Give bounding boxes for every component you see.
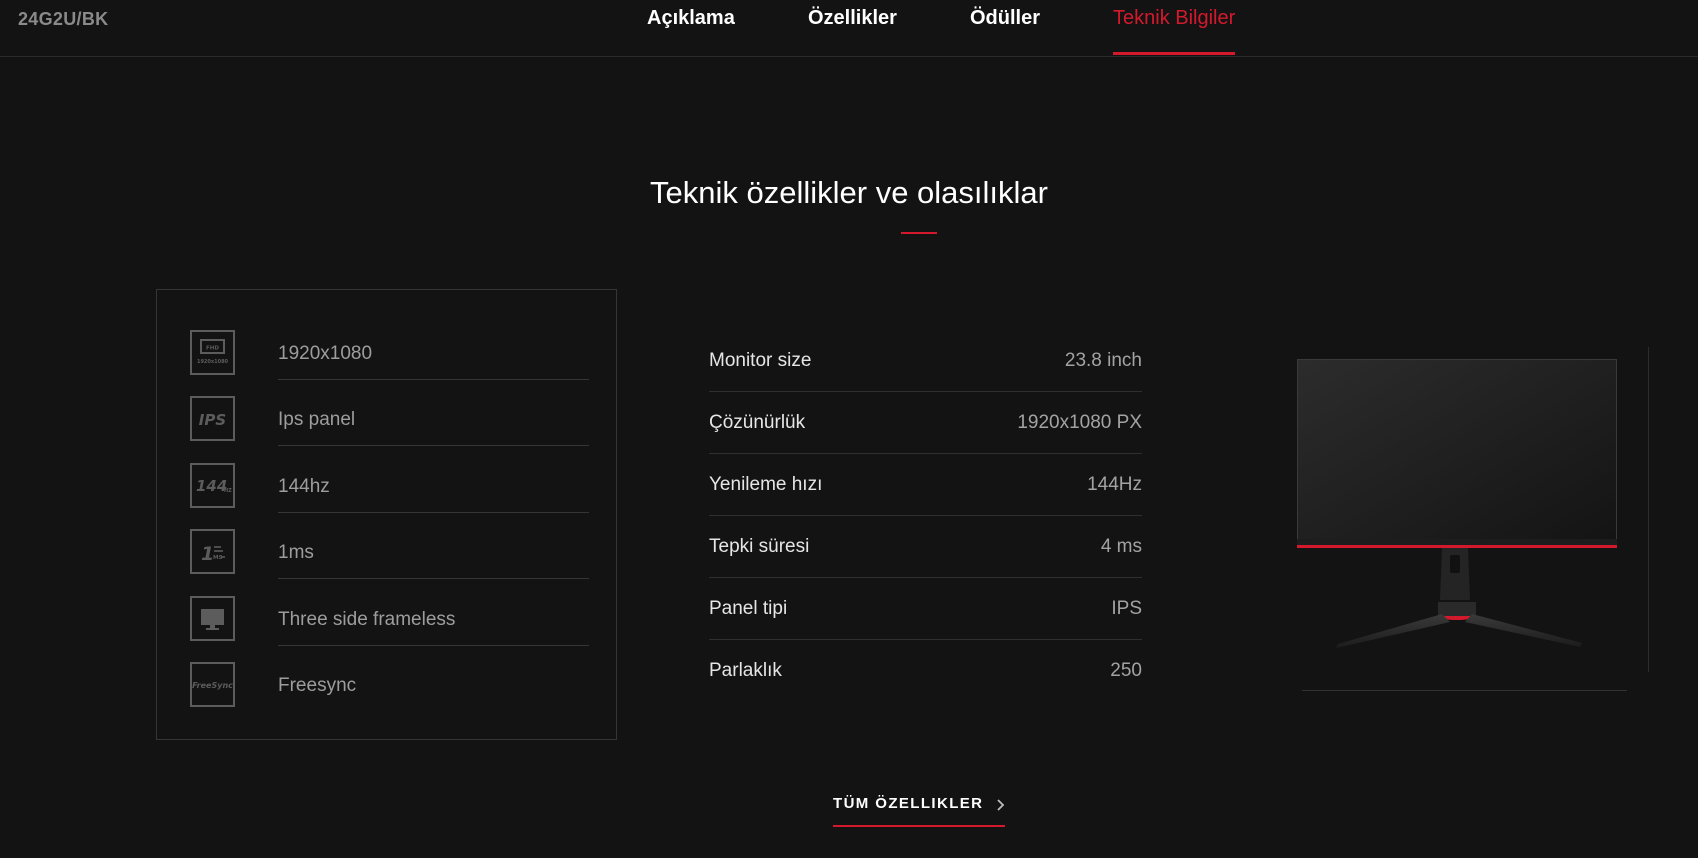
spec-row: Yenileme hızı 144Hz [709, 454, 1142, 516]
feature-label: Freesync [278, 675, 357, 696]
spec-table: Monitor size 23.8 inch Çözünürlük 1920x1… [709, 330, 1142, 702]
all-features-label: TÜM ÖZELLIKLER [833, 795, 984, 812]
top-navigation: 24G2U/BK Açıklama Özellikler Ödüller Tek… [0, 0, 1698, 57]
product-model: 24G2U/BK [18, 9, 109, 29]
spec-row: Monitor size 23.8 inch [709, 330, 1142, 392]
freesync-icon: FreeSync [190, 662, 235, 707]
divider [1302, 690, 1627, 691]
spec-value: IPS [1111, 598, 1142, 619]
spec-key: Parlaklık [709, 660, 782, 681]
svg-text:FreeSync: FreeSync [192, 681, 233, 690]
all-features-link[interactable]: TÜM ÖZELLIKLER [833, 795, 1005, 827]
spec-value: 250 [1110, 660, 1142, 681]
feature-label: 144hz [278, 476, 330, 497]
feature-item: FreeSync Freesync [190, 655, 590, 711]
divider [1648, 347, 1649, 672]
spec-value: 4 ms [1100, 536, 1142, 557]
feature-item: FHD 1920x1080 1920x1080 [190, 323, 590, 380]
spec-key: Tepki süresi [709, 536, 810, 557]
title-underline [901, 232, 937, 234]
1ms-icon: 1 MS [190, 529, 235, 574]
spec-key: Çözünürlük [709, 412, 806, 433]
feature-item: 144 HZ 144hz [190, 456, 590, 513]
divider [278, 379, 589, 380]
divider [278, 645, 589, 646]
svg-text:144: 144 [196, 477, 227, 495]
spec-key: Panel tipi [709, 598, 788, 619]
spec-row: Panel tipi IPS [709, 578, 1142, 640]
feature-label: Three side frameless [278, 609, 456, 630]
section-title: Teknik özellikler ve olasılıklar [650, 175, 1048, 210]
spec-key: Yenileme hızı [709, 474, 823, 495]
svg-text:FHD: FHD [206, 346, 219, 352]
tab-ozellikler[interactable]: Özellikler [808, 7, 897, 55]
feature-label: 1ms [278, 542, 314, 563]
svg-text:MS: MS [213, 555, 222, 561]
tab-aciklama[interactable]: Açıklama [647, 7, 735, 55]
feature-label: 1920x1080 [278, 343, 373, 364]
tab-teknik-bilgiler[interactable]: Teknik Bilgiler [1113, 7, 1236, 55]
key-features-box: FHD 1920x1080 1920x1080 IPS Ips panel 14… [156, 289, 617, 740]
spec-row: Tepki süresi 4 ms [709, 516, 1142, 578]
svg-text:IPS: IPS [199, 411, 226, 429]
divider [278, 578, 589, 579]
svg-text:HZ: HZ [224, 488, 232, 494]
spec-row: Çözünürlük 1920x1080 PX [709, 392, 1142, 454]
chevron-right-icon [996, 798, 1005, 817]
svg-text:1920x1080: 1920x1080 [197, 359, 229, 365]
spec-value: 1920x1080 PX [1017, 412, 1142, 433]
ips-icon: IPS [190, 396, 235, 441]
fhd-resolution-icon: FHD 1920x1080 [190, 330, 235, 375]
divider [278, 445, 589, 446]
divider [278, 512, 589, 513]
spec-key: Monitor size [709, 350, 812, 371]
spec-row: Parlaklık 250 [709, 640, 1142, 702]
spec-value: 144Hz [1087, 474, 1142, 495]
144hz-icon: 144 HZ [190, 463, 235, 508]
feature-item: Three side frameless [190, 589, 590, 646]
feature-label: Ips panel [278, 409, 356, 430]
frameless-monitor-icon [190, 596, 235, 641]
tab-oduller[interactable]: Ödüller [970, 7, 1040, 55]
feature-item: 1 MS 1ms [190, 522, 590, 579]
monitor-product-image [1290, 350, 1630, 696]
feature-item: IPS Ips panel [190, 389, 590, 446]
spec-value: 23.8 inch [1064, 350, 1142, 371]
svg-text:1: 1 [201, 543, 214, 565]
